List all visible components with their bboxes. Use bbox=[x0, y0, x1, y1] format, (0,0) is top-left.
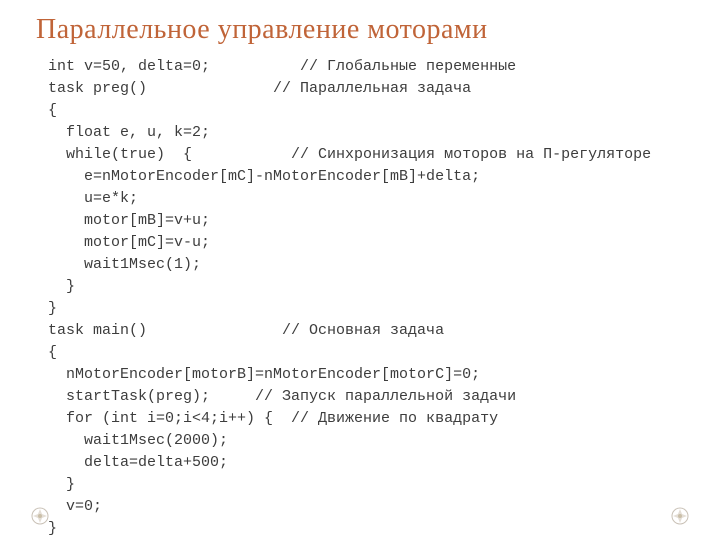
code-block: int v=50, delta=0; // Глобальные перемен… bbox=[48, 56, 651, 540]
code-line: } bbox=[48, 276, 651, 298]
code-line: } bbox=[48, 474, 651, 496]
code-line: for (int i=0;i<4;i++) { // Движение по к… bbox=[48, 408, 651, 430]
code-line: task main() // Основная задача bbox=[48, 320, 651, 342]
code-line: delta=delta+500; bbox=[48, 452, 651, 474]
code-line: int v=50, delta=0; // Глобальные перемен… bbox=[48, 56, 651, 78]
code-line: startTask(preg); // Запуск параллельной … bbox=[48, 386, 651, 408]
code-line: task preg() // Параллельная задача bbox=[48, 78, 651, 100]
code-line: wait1Msec(2000); bbox=[48, 430, 651, 452]
code-line: { bbox=[48, 342, 651, 364]
code-line: v=0; bbox=[48, 496, 651, 518]
slide-title: Параллельное управление моторами bbox=[36, 14, 488, 46]
code-line: while(true) { // Синхронизация моторов н… bbox=[48, 144, 651, 166]
code-line: u=e*k; bbox=[48, 188, 651, 210]
slide: Параллельное управление моторами int v=5… bbox=[0, 0, 720, 540]
code-line: wait1Msec(1); bbox=[48, 254, 651, 276]
code-line: motor[mB]=v+u; bbox=[48, 210, 651, 232]
code-line: } bbox=[48, 298, 651, 320]
code-line: { bbox=[48, 100, 651, 122]
code-line: nMotorEncoder[motorB]=nMotorEncoder[moto… bbox=[48, 364, 651, 386]
ornament-icon bbox=[30, 506, 50, 526]
code-line: motor[mC]=v-u; bbox=[48, 232, 651, 254]
ornament-icon bbox=[670, 506, 690, 526]
code-line: } bbox=[48, 518, 651, 540]
code-line: e=nMotorEncoder[mC]-nMotorEncoder[mB]+de… bbox=[48, 166, 651, 188]
code-line: float e, u, k=2; bbox=[48, 122, 651, 144]
